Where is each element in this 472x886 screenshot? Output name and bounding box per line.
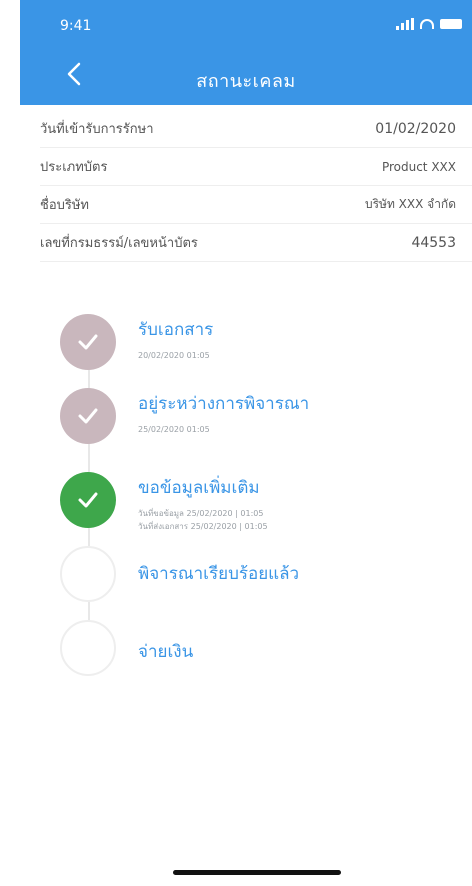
step-title: อยู่ระหว่างการพิจารณา xyxy=(138,394,310,414)
info-label: เลขที่กรมธรรม์/เลขหน้าบัตร xyxy=(40,236,198,251)
step-status-circle xyxy=(60,546,116,602)
page-title: สถานะเคลม xyxy=(196,71,296,92)
app-header: 9:41 สถานะเคลม xyxy=(20,0,472,105)
check-icon xyxy=(78,408,98,424)
step-title: จ่ายเงิน xyxy=(138,642,194,662)
info-row-company: ชื่อบริษัท บริษัท XXX จำกัด xyxy=(40,186,472,224)
info-label: ชื่อบริษัท xyxy=(40,198,90,213)
home-indicator[interactable] xyxy=(173,870,341,875)
step-title: ขอข้อมูลเพิ่มเติม xyxy=(138,478,260,498)
step-status-circle xyxy=(60,314,116,370)
status-time: 9:41 xyxy=(60,18,92,34)
info-value: บริษัท XXX จำกัด xyxy=(364,197,456,211)
info-value: 01/02/2020 xyxy=(375,120,456,137)
step-status-circle xyxy=(60,472,116,528)
step-title: รับเอกสาร xyxy=(138,320,214,340)
step-request-date: วันที่ขอข้อมูล 25/02/2020 | 01:05 xyxy=(138,509,264,518)
step-status-circle xyxy=(60,388,116,444)
step-submit-date: วันที่ส่งเอกสาร 25/02/2020 | 01:05 xyxy=(138,522,268,531)
battery-icon xyxy=(440,19,462,29)
step-status-circle xyxy=(60,620,116,676)
step-date: 20/02/2020 01:05 xyxy=(138,351,210,360)
info-value: Product XXX xyxy=(381,159,456,174)
check-icon xyxy=(78,492,98,508)
wifi-icon xyxy=(420,19,434,29)
claim-info: วันที่เข้ารับการรักษา 01/02/2020 ประเภทบ… xyxy=(40,110,472,262)
signal-icon xyxy=(396,18,414,30)
info-row-admission-date: วันที่เข้ารับการรักษา 01/02/2020 xyxy=(40,110,472,148)
info-label: วันที่เข้ารับการรักษา xyxy=(40,122,154,137)
status-icons xyxy=(396,18,462,30)
info-row-policy-number: เลขที่กรมธรรม์/เลขหน้าบัตร 44553 xyxy=(40,224,472,262)
check-icon xyxy=(78,334,98,350)
step-title: พิจารณาเรียบร้อยแล้ว xyxy=(138,564,300,584)
step-date: 25/02/2020 01:05 xyxy=(138,425,210,434)
info-label: ประเภทบัตร xyxy=(40,160,108,175)
info-row-card-type: ประเภทบัตร Product XXX xyxy=(40,148,472,186)
info-value: 44553 xyxy=(411,234,456,251)
